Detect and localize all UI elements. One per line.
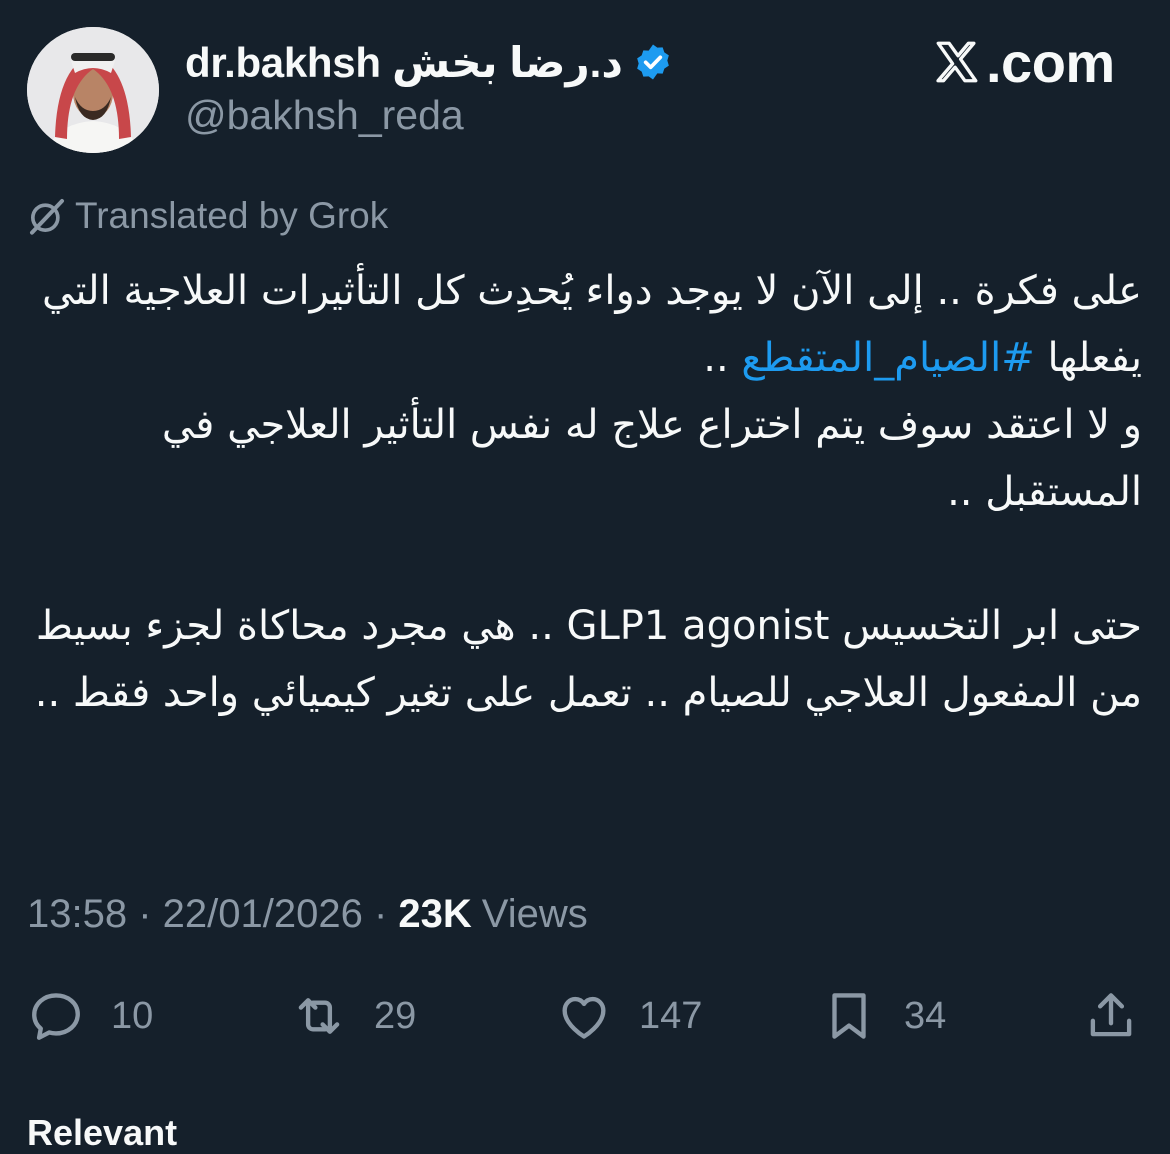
bookmark-count: 34 (904, 994, 947, 1037)
repost-icon (298, 998, 340, 1034)
translation-notice[interactable]: Translated by Grok (27, 194, 388, 238)
views-count: 23K (398, 891, 472, 936)
reply-button[interactable]: 10 (27, 980, 153, 1052)
tweet-meta: 13:58 · 22/01/2026 · 23K Views (27, 888, 588, 940)
bookmark-icon (832, 993, 866, 1039)
tweet-time[interactable]: 13:58 (27, 892, 127, 937)
translation-label: Translated by Grok (75, 195, 389, 236)
tweet-text-segment: .. (703, 335, 729, 381)
bookmark-button[interactable]: 34 (820, 980, 946, 1052)
avatar-portrait (27, 27, 159, 153)
action-bar: 10 29 147 34 (0, 980, 1170, 1052)
drug-term: GLP1 agonist (566, 603, 830, 649)
repost-button[interactable]: 29 (290, 980, 416, 1052)
relevant-section-heading: Relevant (27, 1112, 178, 1153)
views-label: Views (481, 891, 588, 936)
repost-count: 29 (374, 994, 417, 1037)
heart-icon (562, 996, 606, 1039)
avatar[interactable] (27, 27, 159, 153)
share-icon (1090, 993, 1132, 1037)
like-count: 147 (639, 994, 703, 1037)
tweet-date[interactable]: 22/01/2026 (163, 892, 363, 937)
tweet-header: dr.bakhsh د.رضا بخش @bakhsh_reda .com (0, 0, 1170, 170)
meta-separator: · (362, 891, 399, 936)
grok-icon (30, 199, 64, 235)
display-name-row[interactable]: dr.bakhsh د.رضا بخش (185, 36, 673, 88)
brand-domain: .com (986, 30, 1115, 94)
x-brand: .com (930, 30, 1115, 94)
tweet-text-segment: حتى ابر التخسيس (842, 603, 1142, 649)
tweet-paragraph-1: على فكرة .. إلى الآن لا يوجد دواء يُحدِث… (30, 258, 1142, 392)
reply-icon (32, 993, 80, 1040)
meta-separator: · (127, 891, 163, 936)
share-button[interactable] (1082, 980, 1140, 1052)
verified-badge-icon (633, 42, 673, 82)
tweet-paragraph-3: حتى ابر التخسيس GLP1 agonist .. هي مجرد … (30, 593, 1142, 727)
tweet-paragraph-2: و لا اعتقد سوف يتم اختراع علاج له نفس ال… (161, 402, 1142, 515)
like-button[interactable]: 147 (555, 980, 702, 1052)
reply-count: 10 (111, 994, 154, 1037)
x-logo-icon (936, 41, 978, 83)
display-name[interactable]: dr.bakhsh د.رضا بخش (185, 38, 623, 87)
tweet-text: على فكرة .. إلى الآن لا يوجد دواء يُحدِث… (30, 258, 1142, 727)
user-handle[interactable]: @bakhsh_reda (185, 92, 464, 139)
hashtag-link[interactable]: #الصيام_المتقطع (741, 335, 1034, 381)
